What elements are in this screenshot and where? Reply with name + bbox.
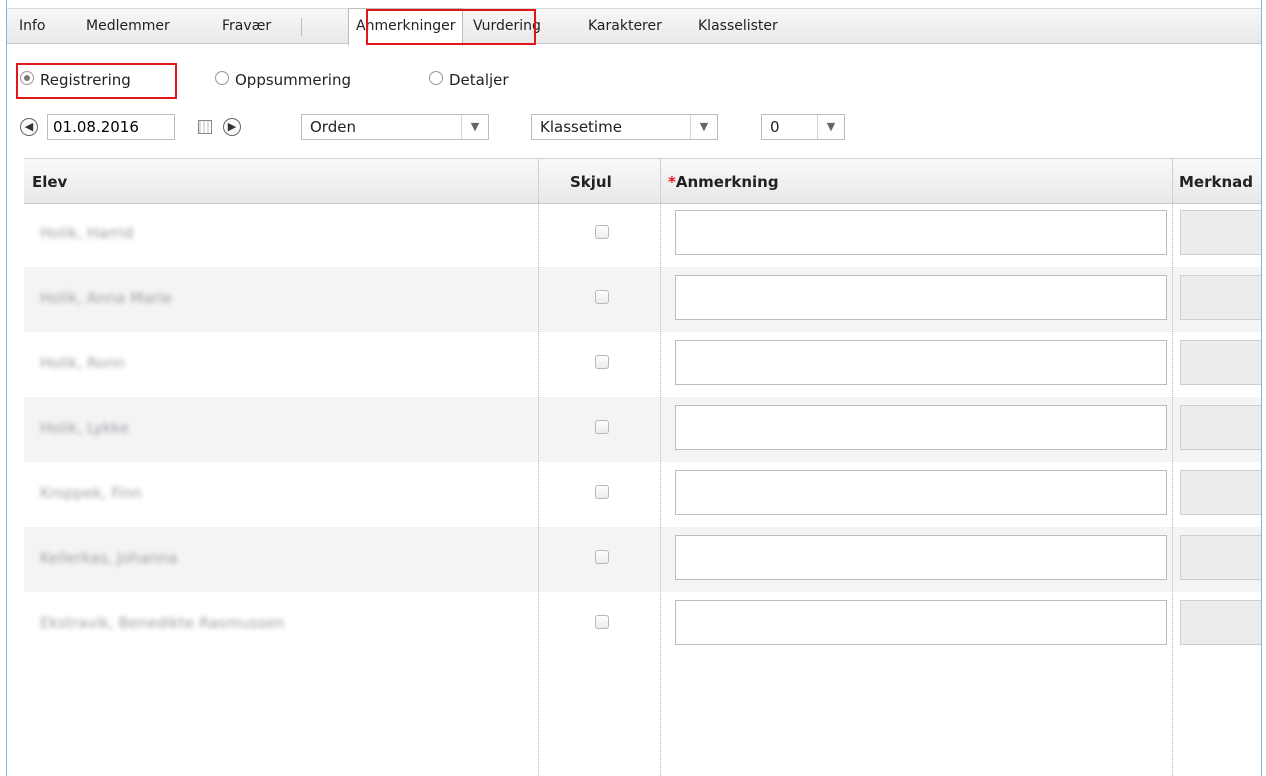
merknad-field[interactable] xyxy=(1180,470,1261,515)
tab-separator xyxy=(301,18,302,36)
student-name: Holik, Lykke xyxy=(40,419,129,437)
hide-checkbox[interactable] xyxy=(595,225,609,239)
chevron-down-icon: ▼ xyxy=(461,115,488,139)
hide-checkbox[interactable] xyxy=(595,355,609,369)
table-row: Holik, Anna Marie xyxy=(24,267,1261,332)
chevron-down-icon: ▼ xyxy=(817,115,844,139)
header-skjul[interactable]: Skjul xyxy=(570,173,612,191)
header-divider xyxy=(1172,159,1173,203)
lesson-value: Klassetime xyxy=(540,118,622,136)
label-registrering[interactable]: Registrering xyxy=(40,71,131,89)
merknad-field[interactable] xyxy=(1180,405,1261,450)
column-divider xyxy=(538,202,539,776)
hide-checkbox[interactable] xyxy=(595,615,609,629)
calendar-icon[interactable] xyxy=(198,120,212,134)
next-date-icon[interactable]: ▶ xyxy=(223,118,241,136)
category-select[interactable]: Orden ▼ xyxy=(301,114,489,140)
table-row: Holik, Ronn xyxy=(24,332,1261,397)
tab-klasselister[interactable]: Klasselister xyxy=(698,9,778,43)
student-name: Holik, Harrid xyxy=(40,224,134,242)
hide-checkbox[interactable] xyxy=(595,550,609,564)
anmerkning-input[interactable] xyxy=(675,210,1167,255)
table-row: Holik, Lykke xyxy=(24,397,1261,462)
tab-vurdering[interactable]: Vurdering xyxy=(473,9,541,43)
hide-checkbox[interactable] xyxy=(595,290,609,304)
hide-checkbox[interactable] xyxy=(595,420,609,434)
column-divider xyxy=(1172,202,1173,776)
header-merknad[interactable]: Merknad xyxy=(1179,173,1253,191)
radio-detaljer[interactable] xyxy=(429,71,443,85)
lesson-select[interactable]: Klassetime ▼ xyxy=(531,114,718,140)
header-anmerkning[interactable]: *Anmerkning xyxy=(668,173,779,191)
tab-bar: Info Medlemmer Fravær Anmerkninger Vurde… xyxy=(7,8,1261,46)
table-row: Kroppek, Finn xyxy=(24,462,1261,527)
table-row: Ekstravik, Benedikte Rasmussen xyxy=(24,592,1261,657)
label-detaljer[interactable]: Detaljer xyxy=(449,71,509,89)
anmerkning-input[interactable] xyxy=(675,535,1167,580)
merknad-field[interactable] xyxy=(1180,600,1261,645)
grid-header: Elev Skjul *Anmerkning Merknad xyxy=(24,158,1261,204)
merknad-field[interactable] xyxy=(1180,275,1261,320)
header-anmerkning-label: Anmerkning xyxy=(675,173,779,191)
student-grid: Elev Skjul *Anmerkning Merknad Holik, Ha… xyxy=(24,158,1261,776)
tab-fravaer[interactable]: Fravær xyxy=(222,9,271,43)
label-oppsummering[interactable]: Oppsummering xyxy=(235,71,351,89)
column-divider xyxy=(660,202,661,776)
anmerkning-input[interactable] xyxy=(675,600,1167,645)
view-options: Registrering Oppsummering Detaljer xyxy=(7,67,1261,93)
anmerkning-input[interactable] xyxy=(675,470,1167,515)
merknad-field[interactable] xyxy=(1180,340,1261,385)
filter-toolbar: ◀ ▶ Orden ▼ Klassetime ▼ 0 ▼ xyxy=(7,114,1261,142)
category-value: Orden xyxy=(310,118,356,136)
header-divider xyxy=(538,159,539,203)
count-select[interactable]: 0 ▼ xyxy=(761,114,845,140)
required-marker: * xyxy=(668,173,676,191)
anmerkning-input[interactable] xyxy=(675,340,1167,385)
radio-oppsummering[interactable] xyxy=(215,71,229,85)
previous-date-icon[interactable]: ◀ xyxy=(20,118,38,136)
anmerkning-input[interactable] xyxy=(675,275,1167,320)
student-name: Holik, Anna Marie xyxy=(40,289,172,307)
tab-karakterer[interactable]: Karakterer xyxy=(588,9,662,43)
student-name: Holik, Ronn xyxy=(40,354,125,372)
student-name: Kellerkas, Johanna xyxy=(40,549,178,567)
hide-checkbox[interactable] xyxy=(595,485,609,499)
main-panel: Info Medlemmer Fravær Anmerkninger Vurde… xyxy=(6,0,1262,776)
merknad-field[interactable] xyxy=(1180,535,1261,580)
count-value: 0 xyxy=(770,118,780,136)
top-strip xyxy=(7,0,1261,8)
tab-medlemmer[interactable]: Medlemmer xyxy=(86,9,170,43)
header-divider xyxy=(660,159,661,203)
date-input[interactable] xyxy=(47,114,175,140)
table-row: Kellerkas, Johanna xyxy=(24,527,1261,592)
anmerkning-input[interactable] xyxy=(675,405,1167,450)
tab-anmerkninger[interactable]: Anmerkninger xyxy=(348,8,464,46)
student-name: Kroppek, Finn xyxy=(40,484,143,502)
tab-info[interactable]: Info xyxy=(19,9,46,43)
student-name: Ekstravik, Benedikte Rasmussen xyxy=(40,614,285,632)
chevron-down-icon: ▼ xyxy=(690,115,717,139)
header-elev[interactable]: Elev xyxy=(32,173,67,191)
radio-registrering[interactable] xyxy=(20,71,34,85)
merknad-field[interactable] xyxy=(1180,210,1261,255)
table-row: Holik, Harrid xyxy=(24,202,1261,267)
